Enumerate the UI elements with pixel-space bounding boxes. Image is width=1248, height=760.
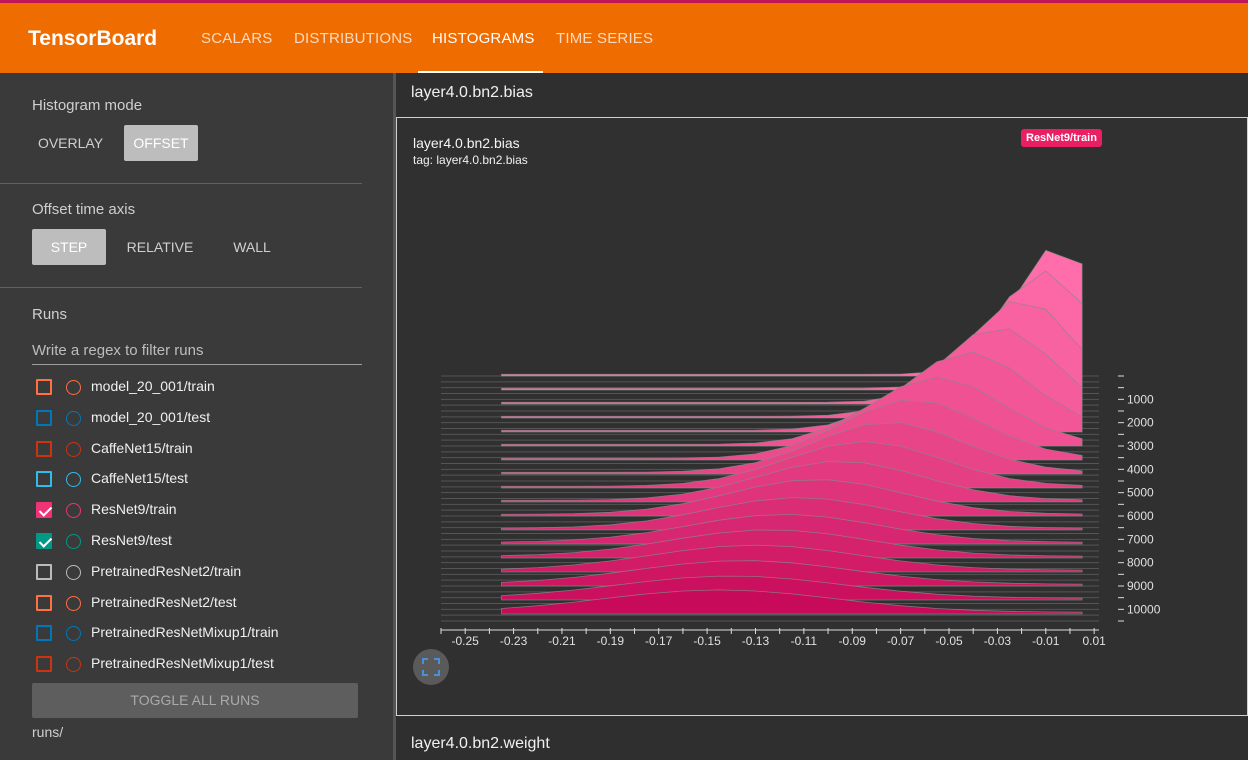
x-tick-label: 0.01 (1082, 634, 1106, 648)
y-tick-label: 4000 (1127, 462, 1154, 476)
run-item[interactable]: model_20_001/test (36, 404, 366, 432)
x-tick-label: -0.23 (500, 634, 528, 648)
fullscreen-icon (422, 658, 440, 676)
run-item[interactable]: PretrainedResNetMixup1/test (36, 650, 366, 678)
histogram-card: layer4.0.bn2.bias tag: layer4.0.bn2.bias… (396, 117, 1248, 716)
relative-button[interactable]: RELATIVE (118, 229, 202, 265)
tab-histograms[interactable]: HISTOGRAMS (432, 30, 535, 47)
run-color-swatch[interactable] (66, 657, 81, 673)
x-tick-label: -0.25 (452, 634, 480, 648)
toggle-all-runs-button[interactable]: TOGGLE ALL RUNS (32, 683, 358, 718)
y-tick-label: 8000 (1127, 556, 1154, 570)
divider (0, 183, 362, 184)
sidebar: Histogram mode OVERLAY OFFSET Offset tim… (0, 73, 393, 760)
top-app-bar: TensorBoard SCALARS DISTRIBUTIONS HISTOG… (0, 3, 1248, 73)
x-tick-label: -0.11 (791, 634, 818, 648)
x-tick-label: -0.17 (645, 634, 673, 648)
group-title[interactable]: layer4.0.bn2.bias (411, 84, 533, 102)
tab-time-series[interactable]: TIME SERIES (556, 30, 653, 47)
wall-button[interactable]: WALL (220, 229, 284, 265)
run-color-swatch[interactable] (66, 626, 81, 642)
y-tick-label: 3000 (1127, 439, 1154, 453)
x-tick-label: -0.21 (548, 634, 576, 648)
run-item[interactable]: model_20_001/train (36, 373, 366, 401)
x-tick-label: -0.07 (887, 634, 915, 648)
run-label: PretrainedResNetMixup1/train (91, 624, 279, 641)
offset-time-axis-title: Offset time axis (32, 201, 136, 218)
overlay-button[interactable]: OVERLAY (32, 125, 109, 161)
x-tick-label: -0.01 (1032, 634, 1060, 648)
x-tick-label: -0.15 (693, 634, 721, 648)
run-label: PretrainedResNet2/test (91, 593, 237, 610)
y-tick-label: 2000 (1127, 416, 1154, 430)
run-item[interactable]: PretrainedResNetMixup1/train (36, 619, 366, 647)
run-checkbox[interactable] (36, 625, 52, 642)
run-item[interactable]: PretrainedResNet2/train (36, 558, 366, 586)
step-button[interactable]: STEP (32, 229, 106, 265)
tab-distributions[interactable]: DISTRIBUTIONS (294, 30, 412, 47)
histogram-mode-title: Histogram mode (32, 97, 143, 114)
y-tick-label: 7000 (1127, 532, 1154, 546)
run-color-swatch[interactable] (66, 503, 81, 519)
run-checkbox[interactable] (36, 502, 52, 519)
run-item[interactable]: ResNet9/train (36, 496, 366, 524)
app-title: TensorBoard (28, 27, 158, 50)
run-label: ResNet9/test (91, 532, 172, 548)
tab-scalars[interactable]: SCALARS (201, 30, 272, 47)
main-panel: layer4.0.bn2.bias layer4.0.bn2.bias tag:… (396, 73, 1248, 760)
x-tick-label: -0.05 (935, 634, 963, 648)
x-tick-label: -0.19 (597, 634, 625, 648)
x-tick-label: -0.09 (839, 634, 867, 648)
run-label: model_20_001/train (91, 378, 215, 394)
runs-title: Runs (32, 306, 68, 323)
run-checkbox[interactable] (36, 471, 52, 488)
run-label: model_20_001/test (91, 408, 211, 425)
run-label: PretrainedResNetMixup1/test (91, 655, 274, 672)
run-item[interactable]: CaffeNet15/test (36, 465, 366, 493)
group-title[interactable]: layer4.0.bn2.weight (411, 735, 550, 753)
y-tick-label: 10000 (1127, 602, 1161, 616)
run-checkbox[interactable] (36, 563, 52, 580)
log-directory: runs/ (32, 724, 64, 740)
divider (0, 287, 362, 288)
y-tick-label: 9000 (1127, 579, 1154, 593)
run-item[interactable]: PretrainedResNet2/test (36, 589, 366, 617)
y-tick-label: 6000 (1127, 509, 1154, 523)
run-color-swatch[interactable] (66, 441, 81, 457)
run-checkbox[interactable] (36, 379, 52, 395)
x-tick-label: -0.03 (984, 634, 1012, 648)
run-color-swatch[interactable] (66, 595, 81, 611)
run-checkbox[interactable] (36, 533, 52, 549)
offset-button[interactable]: OFFSET (124, 125, 198, 161)
run-checkbox[interactable] (36, 409, 52, 426)
run-color-swatch[interactable] (66, 564, 81, 580)
run-label: ResNet9/train (91, 501, 177, 518)
run-checkbox[interactable] (36, 440, 52, 457)
run-checkbox[interactable] (36, 594, 52, 611)
y-tick-label: 5000 (1127, 486, 1154, 500)
expand-button[interactable] (413, 649, 449, 685)
run-item[interactable]: ResNet9/test (36, 527, 366, 555)
run-color-swatch[interactable] (66, 534, 81, 549)
histogram-chart: -0.25 -0.23 -0.21 -0.19 -0.17 -0.15 -0.13 -0.11… (440, 249, 1161, 648)
run-color-swatch[interactable] (66, 380, 81, 395)
x-tick-label: -0.13 (742, 634, 770, 648)
run-filter-input[interactable] (32, 336, 362, 365)
run-item[interactable]: CaffeNet15/train (36, 435, 366, 463)
y-tick-label: 1000 (1127, 392, 1154, 406)
run-color-swatch[interactable] (66, 410, 81, 426)
run-label: CaffeNet15/test (91, 470, 189, 487)
run-checkbox[interactable] (36, 656, 52, 673)
run-label: PretrainedResNet2/train (91, 562, 242, 579)
run-color-swatch[interactable] (66, 472, 81, 488)
run-label: CaffeNet15/train (91, 439, 193, 456)
